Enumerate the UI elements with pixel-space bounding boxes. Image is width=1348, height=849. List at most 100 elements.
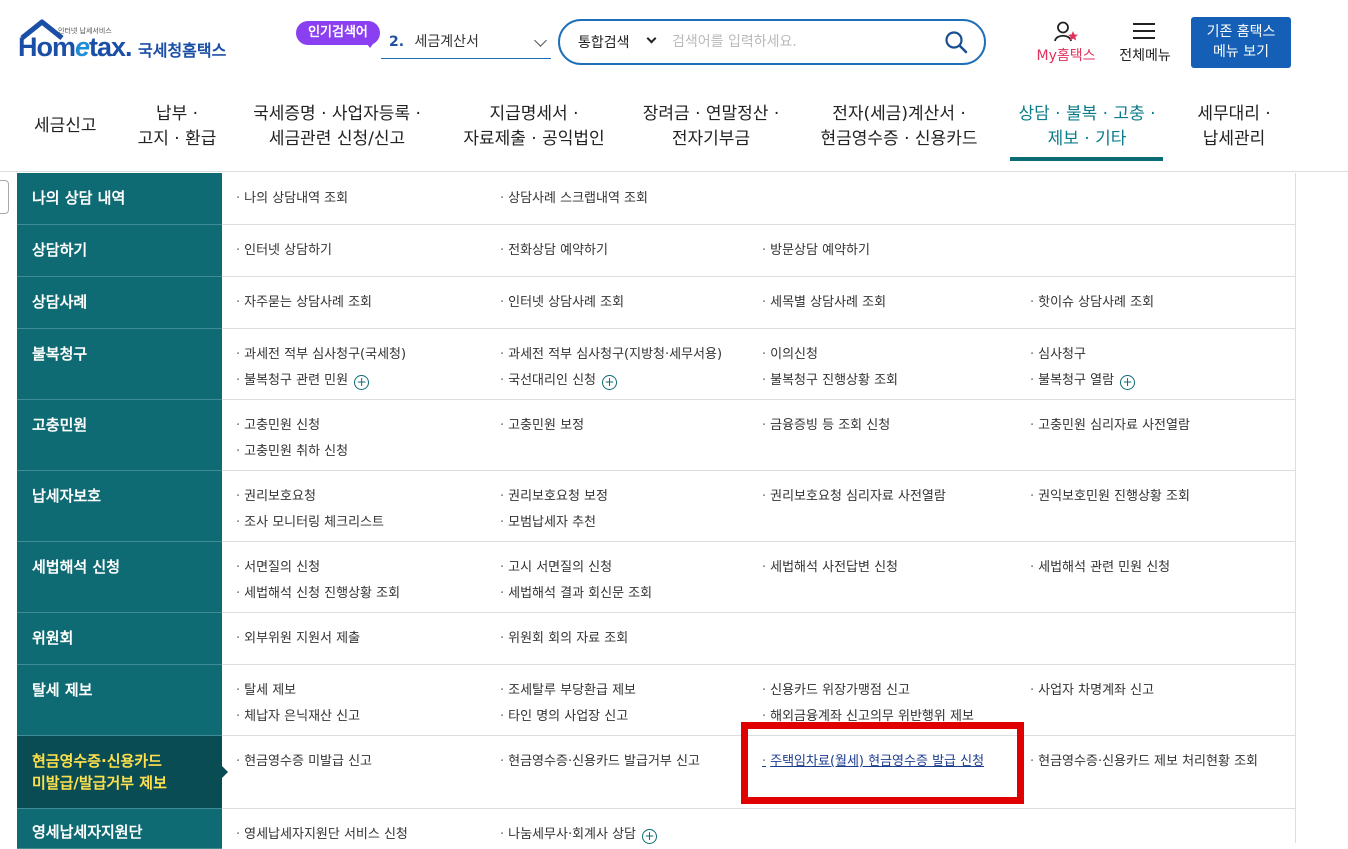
gnb-tax-filing[interactable]: 세금신고 bbox=[34, 114, 97, 139]
menu-link[interactable]: 세법해석 결과 회신문 조회 bbox=[500, 582, 652, 601]
menu-link[interactable]: 불복청구 열람+ bbox=[1030, 369, 1136, 390]
menu-row: 상담사례 자주묻는 상담사례 조회 인터넷 상담사례 조회 세목별 상담사례 조… bbox=[17, 277, 1295, 329]
user-star-icon bbox=[1054, 21, 1078, 42]
my-hometax-button[interactable]: My홈택스 bbox=[1030, 20, 1102, 66]
menu-link[interactable]: 자주묻는 상담사례 조회 bbox=[236, 291, 372, 310]
plus-circle-icon[interactable]: + bbox=[1120, 375, 1136, 390]
menu-link[interactable]: 조사 모니터링 체크리스트 bbox=[236, 511, 384, 530]
gnb-statements[interactable]: 지급명세서 · 자료제출 · 공익법인 bbox=[460, 102, 608, 152]
side-panel-handle[interactable] bbox=[0, 180, 9, 214]
gnb-tax-agent[interactable]: 세무대리 · 납세관리 bbox=[1194, 102, 1274, 152]
menu-link[interactable]: 전화상담 예약하기 bbox=[500, 239, 608, 258]
category-label[interactable]: 탈세 제보 bbox=[17, 665, 222, 736]
menu-row: 고충민원 고충민원 신청 고충민원 보정 금융증빙 등 조회 신청 고충민원 심… bbox=[17, 400, 1295, 471]
popular-search-dropdown[interactable]: 2. 세금계산서 bbox=[381, 26, 551, 59]
row-links: 나의 상담내역 조회 상담사례 스크랩내역 조회 bbox=[222, 173, 1295, 225]
menu-link[interactable]: 핫이슈 상담사례 조회 bbox=[1030, 291, 1154, 310]
submenu-panel: 나의 상담 내역 나의 상담내역 조회 상담사례 스크랩내역 조회 상담하기 인… bbox=[0, 173, 1348, 849]
menu-link[interactable]: 현금영수증·신용카드 제보 처리현황 조회 bbox=[1030, 750, 1258, 769]
gnb-e-invoice[interactable]: 전자(세금)계산서 · 현금영수증 · 신용카드 bbox=[816, 102, 982, 152]
menu-link[interactable]: 타인 명의 사업장 신고 bbox=[500, 705, 628, 724]
popular-badge-tail bbox=[364, 40, 376, 48]
menu-link[interactable]: 인터넷 상담사례 조회 bbox=[500, 291, 624, 310]
row-links: 자주묻는 상담사례 조회 인터넷 상담사례 조회 세목별 상담사례 조회 핫이슈… bbox=[222, 277, 1295, 329]
menu-link[interactable]: 국선대리인 신청+ bbox=[500, 369, 617, 390]
category-label[interactable]: 위원회 bbox=[17, 613, 222, 665]
menu-row: 세법해석 신청 서면질의 신청 고시 서면질의 신청 세법해석 사전답변 신청 … bbox=[17, 542, 1295, 613]
category-label[interactable]: 세법해석 신청 bbox=[17, 542, 222, 613]
menu-link[interactable]: 불복청구 진행상황 조회 bbox=[762, 369, 898, 388]
legacy-menu-line2: 메뉴 보기 bbox=[1213, 44, 1269, 60]
menu-link[interactable]: 나의 상담내역 조회 bbox=[236, 187, 348, 206]
menu-link[interactable]: 금융증빙 등 조회 신청 bbox=[762, 414, 890, 433]
search-input[interactable] bbox=[672, 29, 932, 55]
menu-link[interactable]: 세법해석 신청 진행상황 조회 bbox=[236, 582, 400, 601]
popular-rank: 2. bbox=[389, 34, 405, 50]
menu-link[interactable]: 고충민원 보정 bbox=[500, 414, 584, 433]
hometax-logo[interactable]: 인터넷 납세서비스 Hometax. 국세청홈택스 bbox=[18, 18, 238, 68]
hamburger-menu-icon bbox=[1133, 23, 1155, 39]
menu-link[interactable]: 불복청구 관련 민원+ bbox=[236, 369, 370, 390]
menu-link[interactable]: 위원회 회의 자료 조회 bbox=[500, 627, 628, 646]
gnb-certificates[interactable]: 국세증명 · 사업자등록 · 세금관련 신청/신고 bbox=[250, 102, 424, 152]
plus-circle-icon[interactable]: + bbox=[642, 829, 658, 844]
menu-row: 영세납세자지원단 영세납세자지원단 서비스 신청 나눔세무사·회계사 상담+ bbox=[17, 809, 1295, 849]
category-label[interactable]: 납세자보호 bbox=[17, 471, 222, 542]
menu-link[interactable]: 방문상담 예약하기 bbox=[762, 239, 870, 258]
legacy-menu-button[interactable]: 기존 홈택스 메뉴 보기 bbox=[1191, 17, 1291, 68]
menu-link[interactable]: 세법해석 관련 민원 신청 bbox=[1030, 556, 1170, 575]
row-links: 인터넷 상담하기 전화상담 예약하기 방문상담 예약하기 bbox=[222, 225, 1295, 277]
gnb-incentives[interactable]: 장려금 · 연말정산 · 전자기부금 bbox=[640, 102, 782, 152]
menu-link[interactable]: 고충민원 신청 bbox=[236, 414, 320, 433]
menu-link[interactable]: 모범납세자 추천 bbox=[500, 511, 596, 530]
all-menu-button[interactable]: 전체메뉴 bbox=[1112, 20, 1178, 66]
menu-link[interactable]: 고충민원 심리자료 사전열람 bbox=[1030, 414, 1190, 433]
chevron-down-icon bbox=[534, 34, 547, 47]
menu-link[interactable]: 체납자 은닉재산 신고 bbox=[236, 705, 360, 724]
menu-link[interactable]: 심사청구 bbox=[1030, 343, 1086, 362]
menu-link[interactable]: 고시 서면질의 신청 bbox=[500, 556, 612, 575]
category-label[interactable]: 상담하기 bbox=[17, 225, 222, 277]
category-label-selected[interactable]: 현금영수증·신용카드 미발급/발급거부 제보 bbox=[17, 736, 222, 809]
category-label[interactable]: 나의 상담 내역 bbox=[17, 173, 222, 225]
highlight-box bbox=[741, 722, 1024, 804]
search-scope-select[interactable]: 통합검색 bbox=[578, 32, 630, 52]
row-links: 외부위원 지원서 제출 위원회 회의 자료 조회 bbox=[222, 613, 1295, 665]
header: 인터넷 납세서비스 Hometax. 국세청홈택스 인기검색어 2. 세금계산서… bbox=[0, 0, 1348, 90]
menu-link[interactable]: 외부위원 지원서 제출 bbox=[236, 627, 360, 646]
menu-link[interactable]: 조세탈루 부당환급 제보 bbox=[500, 679, 636, 698]
menu-link[interactable]: 고충민원 취하 신청 bbox=[236, 440, 348, 459]
menu-link[interactable]: 나눔세무사·회계사 상담+ bbox=[500, 823, 658, 844]
logo-korean-name: 국세청홈택스 bbox=[138, 41, 227, 60]
menu-link[interactable]: 현금영수증·신용카드 발급거부 신고 bbox=[500, 750, 700, 769]
plus-circle-icon[interactable]: + bbox=[354, 375, 370, 390]
menu-link[interactable]: 영세납세자지원단 서비스 신청 bbox=[236, 823, 408, 842]
category-label[interactable]: 불복청구 bbox=[17, 329, 222, 400]
menu-link[interactable]: 이의신청 bbox=[762, 343, 818, 362]
menu-link[interactable]: 서면질의 신청 bbox=[236, 556, 320, 575]
category-label[interactable]: 상담사례 bbox=[17, 277, 222, 329]
menu-link[interactable]: 세목별 상담사례 조회 bbox=[762, 291, 886, 310]
menu-link[interactable]: 세법해석 사전답변 신청 bbox=[762, 556, 898, 575]
menu-row: 납세자보호 권리보호요청 권리보호요청 보정 권리보호요청 심리자료 사전열람 … bbox=[17, 471, 1295, 542]
plus-circle-icon[interactable]: + bbox=[602, 375, 617, 390]
menu-link[interactable]: 탈세 제보 bbox=[236, 679, 296, 698]
gnb-payment[interactable]: 납부 · 고지 · 환급 bbox=[130, 102, 224, 152]
menu-link[interactable]: 사업자 차명계좌 신고 bbox=[1030, 679, 1154, 698]
menu-link[interactable]: 현금영수증 미발급 신고 bbox=[236, 750, 372, 769]
menu-link[interactable]: 인터넷 상담하기 bbox=[236, 239, 332, 258]
gnb-consulting[interactable]: 상담 · 불복 · 고충 · 제보 · 기타 bbox=[1012, 102, 1162, 152]
row-links: 권리보호요청 권리보호요청 보정 권리보호요청 심리자료 사전열람 권익보호민원… bbox=[222, 471, 1295, 542]
menu-link[interactable]: 상담사례 스크랩내역 조회 bbox=[500, 187, 648, 206]
active-tab-indicator bbox=[1010, 157, 1163, 161]
menu-link[interactable]: 신용카드 위장가맹점 신고 bbox=[762, 679, 910, 698]
menu-link[interactable]: 과세전 적부 심사청구(국세청) bbox=[236, 343, 406, 362]
category-label[interactable]: 고충민원 bbox=[17, 400, 222, 471]
menu-link[interactable]: 권리보호요청 심리자료 사전열람 bbox=[762, 485, 946, 504]
menu-link[interactable]: 권리보호요청 보정 bbox=[500, 485, 608, 504]
search-icon[interactable] bbox=[944, 30, 968, 54]
category-label[interactable]: 영세납세자지원단 bbox=[17, 809, 222, 849]
menu-link[interactable]: 권리보호요청 bbox=[236, 485, 316, 504]
menu-link[interactable]: 과세전 적부 심사청구(지방청·세무서용) bbox=[500, 343, 722, 362]
menu-link[interactable]: 권익보호민원 진행상황 조회 bbox=[1030, 485, 1190, 504]
